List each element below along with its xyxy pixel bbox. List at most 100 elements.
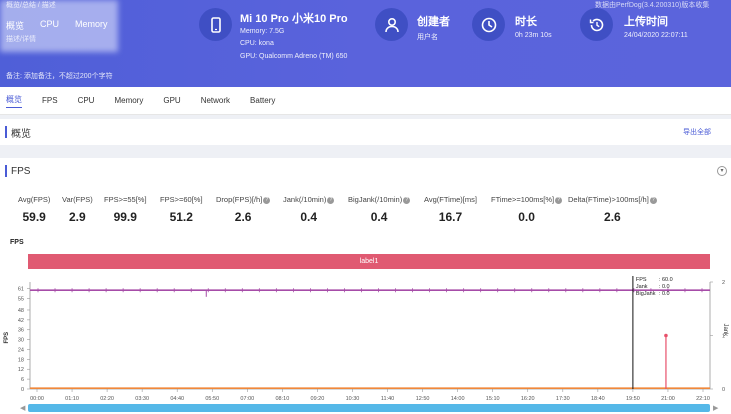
x-tick-label: 22:10 <box>696 396 710 402</box>
help-icon[interactable]: ? <box>327 196 335 204</box>
cursor-tooltip-label: FPS <box>636 277 647 283</box>
nav-gpu[interactable]: GPU <box>163 96 180 105</box>
history-icon <box>580 8 613 41</box>
y-tick-label: 42 <box>18 318 24 324</box>
stat-label: FPS>=55[%] <box>104 195 147 204</box>
stat-label: FTime>=100ms[%]? <box>491 195 563 204</box>
stat-label: Avg(FPS) <box>18 195 51 204</box>
y-tick-label-right: 0 <box>722 387 725 393</box>
section-nav: 概览 FPS CPU Memory GPU Network Battery <box>0 87 731 115</box>
chart-title: FPS <box>10 239 24 246</box>
upload-title: 上传时间 <box>624 16 668 28</box>
upload-value: 24/04/2020 22:07:11 <box>624 32 688 39</box>
x-tick-label: 05:50 <box>205 396 219 402</box>
x-tick-label: 09:20 <box>311 396 325 402</box>
stat-value: 0.4 <box>300 210 318 224</box>
creator-title: 创建者 <box>417 16 450 28</box>
y-tick-label: 18 <box>18 357 24 363</box>
help-icon[interactable]: ? <box>403 196 411 204</box>
device-gpu: GPU: Qualcomm Adreno (TM) 650 <box>240 53 348 60</box>
x-tick-label: 02:20 <box>100 396 114 402</box>
stat-value: 2.6 <box>604 210 621 224</box>
source-info: 数据由PerfDog(3.4.200310)版本收集 <box>595 2 710 9</box>
export-all-link[interactable]: 导出全部 <box>683 127 711 137</box>
y-axis-title: FPS <box>4 332 10 344</box>
header-tab-overview[interactable]: 概览 <box>6 19 24 32</box>
stat-value: 51.2 <box>169 210 193 224</box>
report-header: 概览/总结 / 描述 概览 CPU Memory 描述/详情 Mi 10 Pro… <box>0 0 731 87</box>
y-axis-title-right: Jank <box>722 324 728 338</box>
stat-label-text: Drop(FPS)[/h] <box>216 195 263 204</box>
fps-section-title: FPS <box>11 165 31 177</box>
nav-overview[interactable]: 概览 <box>6 94 22 108</box>
overview-title: 概览 <box>11 128 31 140</box>
nav-fps[interactable]: FPS <box>42 96 58 105</box>
user-icon <box>375 8 408 41</box>
x-tick-label: 01:10 <box>65 396 79 402</box>
stat-label: BigJank(/10min)? <box>348 195 411 204</box>
stat-label: Jank(/10min)? <box>283 195 335 204</box>
label-band[interactable]: label1 <box>28 254 710 269</box>
x-tick-label: 17:30 <box>556 396 570 402</box>
stat-bigjank: BigJank(/10min)? 0.4 <box>348 195 411 224</box>
collapse-chevron-icon[interactable]: ▾ <box>717 166 727 176</box>
stat-label-text: Delta(FTime)>100ms[/h] <box>568 195 649 204</box>
x-tick-label: 11:40 <box>381 396 394 402</box>
stat-ftime-100: FTime>=100ms[%]? 0.0 <box>491 195 563 224</box>
help-icon[interactable]: ? <box>555 196 563 204</box>
header-tabs: 概览 CPU Memory <box>6 19 108 32</box>
y-tick-label: 61 <box>18 287 24 293</box>
divider <box>0 145 731 158</box>
stat-value: 2.9 <box>69 210 86 224</box>
cursor-tooltip-value: : 0.0 <box>659 291 670 297</box>
stat-avg-ftime: Avg(FTime)[ms] 16.7 <box>424 195 477 224</box>
duration-title: 时长 <box>515 16 537 28</box>
scroll-right-icon[interactable]: ▶ <box>713 404 718 412</box>
x-tick-label: 00:00 <box>30 396 44 402</box>
note-field[interactable]: 备注: 添加备注，不超过200个字符 <box>6 71 113 81</box>
phone-icon <box>199 8 232 41</box>
stat-label: FPS>=60[%] <box>160 195 203 204</box>
stat-fps-55: FPS>=55[%] 99.9 <box>104 195 147 224</box>
y-tick-label: 30 <box>18 338 24 344</box>
y-tick-label: 36 <box>18 328 24 334</box>
scroll-left-icon[interactable]: ◀ <box>20 404 25 412</box>
jank-point <box>664 333 668 338</box>
stat-value: 0.4 <box>370 210 388 224</box>
chart-scrollbar[interactable] <box>28 404 710 412</box>
stat-label: Var(FPS) <box>62 195 93 204</box>
y-tick-label: 24 <box>18 347 24 353</box>
x-tick-label: 21:00 <box>661 396 675 402</box>
stat-avg-fps: Avg(FPS) 59.9 <box>18 195 50 224</box>
stat-label-text: Jank(/10min) <box>283 195 327 204</box>
x-tick-label: 15:10 <box>486 396 500 402</box>
stat-drop-fps: Drop(FPS)[/h]? 2.6 <box>216 195 271 224</box>
fps-chart[interactable]: 06121824303642485561012FPSJank00:00 01:10… <box>0 270 731 404</box>
device-name: Mi 10 Pro 小米10 Pro <box>240 13 348 25</box>
cursor-tooltip-value: : 0.0 <box>659 284 670 290</box>
y-tick-label: 12 <box>18 367 24 373</box>
stat-delta-ftime: Delta(FTime)>100ms[/h]? 2.6 <box>568 195 657 224</box>
stat-label: Drop(FPS)[/h]? <box>216 195 271 204</box>
stat-fps-60: FPS>=60[%] 51.2 <box>160 195 203 224</box>
stat-label-text: BigJank(/10min) <box>348 195 403 204</box>
stat-value: 16.7 <box>438 210 463 224</box>
stat-value: 59.9 <box>22 210 46 224</box>
help-icon[interactable]: ? <box>649 196 657 204</box>
help-icon[interactable]: ? <box>263 196 271 204</box>
stat-label: Avg(FTime)[ms] <box>424 195 477 204</box>
nav-cpu[interactable]: CPU <box>78 96 95 105</box>
x-tick-label: 12:50 <box>416 396 430 402</box>
x-tick-label: 14:00 <box>451 396 465 402</box>
nav-battery[interactable]: Battery <box>250 96 275 105</box>
fps-section-header: FPS ▾ <box>0 158 731 184</box>
y-tick-label: 55 <box>18 296 24 302</box>
nav-memory[interactable]: Memory <box>114 96 143 105</box>
stat-jank: Jank(/10min)? 0.4 <box>283 195 335 224</box>
header-tab-cpu[interactable]: CPU <box>40 19 59 32</box>
header-small-text-2: 描述/详情 <box>6 36 36 43</box>
x-tick-label: 19:50 <box>626 396 640 402</box>
x-tick-label: 10:30 <box>346 396 360 402</box>
nav-network[interactable]: Network <box>201 96 230 105</box>
header-tab-memory[interactable]: Memory <box>75 19 108 32</box>
